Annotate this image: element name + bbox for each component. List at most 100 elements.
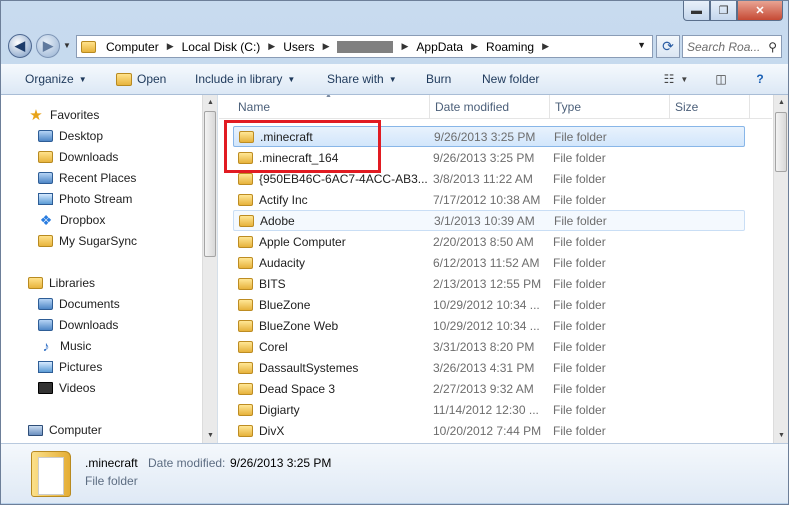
nav-item-photo-stream[interactable]: Photo Stream — [38, 192, 132, 206]
breadcrumb-local-disk[interactable]: Local Disk (C:) ▶ — [182, 40, 276, 54]
file-row[interactable]: Dead Space 3 2/27/2013 9:32 AM File folder — [233, 378, 745, 399]
share-with-button[interactable]: Share with ▼ — [327, 72, 397, 86]
address-history-dropdown-icon[interactable]: ▼ — [637, 40, 646, 50]
file-row[interactable]: DassaultSystemes 3/26/2013 4:31 PM File fo… — [233, 357, 745, 378]
breadcrumb-computer[interactable]: Computer ▶ — [106, 40, 174, 54]
nav-item-music[interactable]: ♪ Music — [38, 338, 92, 354]
photo-stream-icon — [38, 193, 53, 205]
chevron-right-icon[interactable]: ▶ — [471, 41, 478, 52]
help-icon: ? — [756, 72, 764, 86]
file-row[interactable]: Actify Inc 7/17/2012 10:38 AM File folder — [233, 189, 745, 210]
breadcrumb-username-redacted[interactable]: ▶ — [337, 40, 408, 53]
column-header-type[interactable]: Type — [555, 100, 581, 114]
file-type: File folder — [554, 213, 607, 228]
file-type: File folder — [553, 402, 606, 417]
nav-item-documents[interactable]: Documents — [38, 297, 120, 311]
scroll-down-icon[interactable]: ▼ — [774, 428, 788, 443]
help-button[interactable]: ? — [749, 70, 771, 88]
file-row[interactable]: BlueZone 10/29/2012 10:34 ... File folder — [233, 294, 745, 315]
folder-icon — [238, 172, 253, 185]
computer-icon — [28, 424, 43, 436]
chevron-right-icon[interactable]: ▶ — [401, 41, 408, 52]
back-button[interactable]: ◀ — [8, 34, 32, 58]
column-divider[interactable] — [549, 95, 550, 119]
column-header-size[interactable]: Size — [675, 100, 698, 114]
chevron-right-icon[interactable]: ▶ — [167, 41, 174, 52]
include-in-library-button[interactable]: Include in library ▼ — [195, 72, 295, 86]
file-row[interactable]: .minecraft 9/26/2013 3:25 PM File folder — [233, 126, 745, 147]
nav-item-desktop[interactable]: Desktop — [38, 129, 103, 143]
breadcrumb-users[interactable]: Users ▶ — [283, 40, 329, 54]
column-divider[interactable] — [669, 95, 670, 119]
file-name: {950EB46C-6AC7-4ACC-AB3... — [259, 171, 428, 186]
scroll-up-icon[interactable]: ▲ — [203, 95, 217, 110]
organize-button[interactable]: Organize ▼ — [25, 72, 87, 86]
new-folder-button[interactable]: New folder — [482, 72, 539, 86]
preview-pane-button[interactable]: ◫ — [710, 70, 732, 88]
file-date: 2/27/2013 9:32 AM — [433, 381, 534, 396]
share-with-label: Share with — [327, 72, 384, 86]
desktop-icon — [38, 130, 53, 142]
sort-ascending-icon: ▲ — [325, 95, 332, 99]
nav-scrollbar[interactable]: ▲ ▼ — [202, 95, 217, 443]
chevron-right-icon[interactable]: ▶ — [268, 41, 275, 52]
nav-label: Music — [60, 339, 92, 353]
nav-item-downloads[interactable]: Downloads — [38, 150, 118, 164]
breadcrumb-appdata[interactable]: AppData ▶ — [416, 40, 478, 54]
nav-item-videos[interactable]: Videos — [38, 381, 95, 395]
breadcrumb-roaming[interactable]: Roaming ▶ — [486, 40, 549, 54]
nav-favorites[interactable]: ★ Favorites — [28, 107, 99, 124]
recent-pages-dropdown-icon[interactable]: ▼ — [63, 41, 71, 50]
nav-item-library-downloads[interactable]: Downloads — [38, 318, 118, 332]
column-divider[interactable] — [749, 95, 750, 119]
file-date: 3/8/2013 11:22 AM — [433, 171, 533, 186]
column-header-name[interactable]: Name — [238, 100, 270, 114]
file-row[interactable]: DivX 10/20/2012 7:44 PM File folder — [233, 420, 745, 441]
burn-button[interactable]: Burn — [426, 72, 451, 86]
file-name: Corel — [259, 339, 288, 354]
dropdown-arrow-icon: ▼ — [78, 74, 87, 84]
file-row[interactable]: Audacity 6/12/2013 11:52 AM File folder — [233, 252, 745, 273]
file-row[interactable]: Adobe 3/1/2013 10:39 AM File folder — [233, 210, 745, 231]
file-row[interactable]: Corel 3/31/2013 8:20 PM File folder — [233, 336, 745, 357]
scroll-up-icon[interactable]: ▲ — [774, 95, 788, 110]
file-type: File folder — [554, 129, 607, 144]
chevron-right-icon[interactable]: ▶ — [323, 41, 330, 52]
file-row[interactable]: .minecraft_164 9/26/2013 3:25 PM File fold… — [233, 147, 745, 168]
file-row[interactable]: BlueZone Web 10/29/2012 10:34 ... File fol… — [233, 315, 745, 336]
maximize-button[interactable]: ❐ — [710, 1, 737, 21]
column-header-date[interactable]: Date modified — [435, 100, 509, 114]
forward-button[interactable]: ▶ — [36, 34, 60, 58]
nav-item-pictures[interactable]: Pictures — [38, 360, 102, 374]
file-row[interactable]: {950EB46C-6AC7-4ACC-AB3... 3/8/2013 11:22… — [233, 168, 745, 189]
open-button[interactable]: Open — [116, 72, 166, 86]
nav-item-recent-places[interactable]: Recent Places — [38, 171, 136, 185]
file-row[interactable]: Digiarty 11/14/2012 12:30 ... File folder — [233, 399, 745, 420]
address-bar[interactable]: Computer ▶ Local Disk (C:) ▶ Users ▶ ▶ AppD… — [76, 35, 653, 58]
file-row[interactable]: BITS 2/13/2013 12:55 PM File folder — [233, 273, 745, 294]
file-row[interactable]: Apple Computer 2/20/2013 8:50 AM File fold… — [233, 231, 745, 252]
file-name: BITS — [259, 276, 286, 291]
folder-icon — [238, 277, 253, 290]
nav-libraries[interactable]: Libraries — [28, 276, 95, 290]
scroll-down-icon[interactable]: ▼ — [203, 428, 217, 443]
file-list-scrollbar-thumb[interactable] — [775, 112, 787, 172]
pictures-icon — [38, 361, 53, 373]
nav-computer[interactable]: Computer — [28, 423, 102, 437]
change-view-button[interactable]: ☷ ▼ — [656, 70, 696, 88]
close-button[interactable]: ✕ — [737, 1, 783, 21]
refresh-button[interactable]: ⟳ — [656, 35, 680, 58]
chevron-right-icon[interactable]: ▶ — [542, 41, 549, 52]
nav-item-my-sugarsync[interactable]: My SugarSync — [38, 234, 137, 248]
file-list-scrollbar[interactable]: ▲ ▼ — [773, 95, 788, 443]
content-area: ★ Favorites Desktop Downloads Recent Plac… — [1, 95, 788, 443]
nav-label: My SugarSync — [59, 234, 138, 248]
nav-item-dropbox[interactable]: ❖ Dropbox — [38, 212, 106, 228]
dropdown-arrow-icon: ▼ — [287, 74, 296, 84]
column-divider[interactable] — [429, 95, 430, 119]
nav-scrollbar-thumb[interactable] — [204, 111, 216, 257]
search-placeholder: Search Roa... — [687, 39, 761, 54]
search-input[interactable]: Search Roa... ⚲ — [682, 35, 782, 58]
file-date: 7/17/2012 10:38 AM — [433, 192, 541, 207]
minimize-button[interactable]: ▬ — [683, 1, 710, 21]
